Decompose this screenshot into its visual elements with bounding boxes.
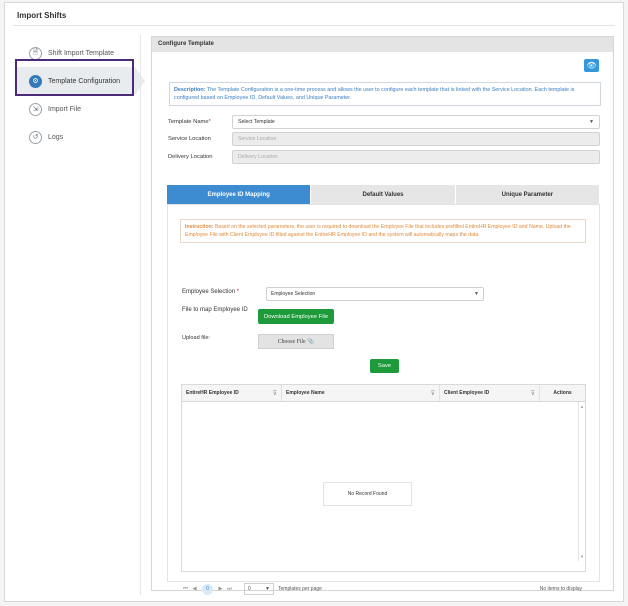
instruction-box: Instruction: Based on the selected param… xyxy=(180,219,586,243)
choose-file-label: Choose File xyxy=(277,338,306,345)
next-page-icon[interactable]: ▶ xyxy=(216,586,225,592)
current-page[interactable]: 0 xyxy=(202,583,213,595)
prev-page-icon[interactable]: ◀ xyxy=(190,586,199,592)
employee-id-mapping-content: Instruction: Based on the selected param… xyxy=(167,204,600,595)
scroll-down-icon[interactable]: ▼ xyxy=(580,554,584,559)
template-name-value: Select Template xyxy=(238,119,275,125)
document-icon: 🗎 xyxy=(29,46,42,60)
column-header: Actions xyxy=(553,390,572,396)
tab-default-values[interactable]: Default Values xyxy=(311,185,456,204)
save-button[interactable]: Save xyxy=(370,359,399,373)
filter-icon[interactable]: ⊽ xyxy=(273,390,277,397)
service-location-placeholder: Service Location xyxy=(238,136,277,142)
employee-selection-label: Employee Selection * xyxy=(182,289,240,295)
template-name-row: Template Name* Select Template ▼ xyxy=(168,115,600,129)
history-icon: ↺ xyxy=(29,130,42,144)
first-page-icon[interactable]: ⏮ xyxy=(181,586,190,593)
import-icon: ⇲ xyxy=(29,102,42,116)
instruction-text: Based on the selected parameters, the us… xyxy=(185,224,571,238)
eye-icon[interactable]: 👁 xyxy=(584,59,599,72)
sidebar-divider xyxy=(140,35,141,595)
per-page-label: Templates per page xyxy=(278,586,322,592)
template-name-select[interactable]: Select Template ▼ xyxy=(232,115,600,129)
chevron-down-icon: ▼ xyxy=(265,586,270,592)
filter-icon[interactable]: ⊽ xyxy=(431,390,435,397)
sidebar-item-label: Import File xyxy=(48,105,82,113)
employee-grid: EntireHR Employee ID ⊽ Employee Name ⊽ Cli… xyxy=(181,384,586,572)
panel-header: Configure Template xyxy=(152,37,613,52)
column-header[interactable]: Employee Name ⊽ xyxy=(282,385,440,401)
service-location-field[interactable]: Service Location xyxy=(232,132,600,146)
selection-highlight xyxy=(15,59,134,96)
paperclip-icon: 📎 xyxy=(307,338,315,345)
tab-employee-id-mapping[interactable]: Employee ID Mapping xyxy=(167,185,312,204)
sidebar-item-label: Shift Import Template xyxy=(48,49,115,57)
sidebar-item-import-file[interactable]: ⇲ Import File xyxy=(15,95,135,123)
instruction-label: Instruction: xyxy=(185,224,214,230)
column-header[interactable]: Client Employee ID ⊽ xyxy=(440,385,540,401)
chevron-down-icon: ▼ xyxy=(474,291,479,297)
upload-file-label: Upload file: xyxy=(182,335,210,341)
sidebar-item-label: Logs xyxy=(48,133,64,141)
grid-pager: ⏮ ◀ 0 ▶ ⏭ 0 ▼ Templates per page No items… xyxy=(181,580,586,598)
title-divider xyxy=(13,25,615,26)
employee-selection-value: Employee Selection xyxy=(271,291,316,297)
file-map-label: File to map Employee ID xyxy=(182,307,248,313)
filter-icon[interactable]: ⊽ xyxy=(531,390,535,397)
service-location-row: Service Location Service Location xyxy=(168,132,600,146)
choose-file-button[interactable]: Choose File 📎 xyxy=(258,334,334,349)
config-tabs: Employee ID Mapping Default Values Uniqu… xyxy=(167,185,600,204)
tab-unique-parameter[interactable]: Unique Parameter xyxy=(455,185,600,204)
delivery-location-field[interactable]: Delivery Location xyxy=(232,150,600,164)
chevron-down-icon: ▼ xyxy=(589,119,594,125)
pager-info: No items to display xyxy=(539,586,582,592)
grid-scrollbar[interactable]: ▲ ▼ xyxy=(578,402,585,561)
last-page-icon[interactable]: ⏭ xyxy=(225,586,234,593)
service-location-label: Service Location xyxy=(168,136,211,142)
sidebar-item-logs[interactable]: ↺ Logs xyxy=(15,123,135,151)
grid-header: EntireHR Employee ID ⊽ Employee Name ⊽ Cli… xyxy=(182,385,585,402)
delivery-location-row: Delivery Location Delivery Location xyxy=(168,150,600,164)
delivery-location-placeholder: Delivery Location xyxy=(238,154,278,160)
delivery-location-label: Delivery Location xyxy=(168,154,213,160)
empty-state: No Record Found xyxy=(323,482,412,506)
description-label: Description: xyxy=(174,87,206,93)
employee-selection-select[interactable]: Employee Selection ▼ xyxy=(266,287,484,301)
description-box: Description: The Template Configuration … xyxy=(169,82,601,106)
download-employee-file-button[interactable]: Download Employee File xyxy=(258,309,334,324)
template-name-label: Template Name xyxy=(168,119,209,125)
page-size-select[interactable]: 0 ▼ xyxy=(244,583,274,595)
scroll-up-icon[interactable]: ▲ xyxy=(580,404,584,409)
column-header[interactable]: EntireHR Employee ID ⊽ xyxy=(182,385,282,401)
configure-template-panel: Configure Template 👁 Description: The Te… xyxy=(151,36,614,595)
app-window: Import Shifts 🗎 Shift Import Template ⚙ … xyxy=(4,2,624,602)
page-title: Import Shifts xyxy=(17,11,67,20)
description-text: The Template Configuration is a one-time… xyxy=(174,87,575,101)
